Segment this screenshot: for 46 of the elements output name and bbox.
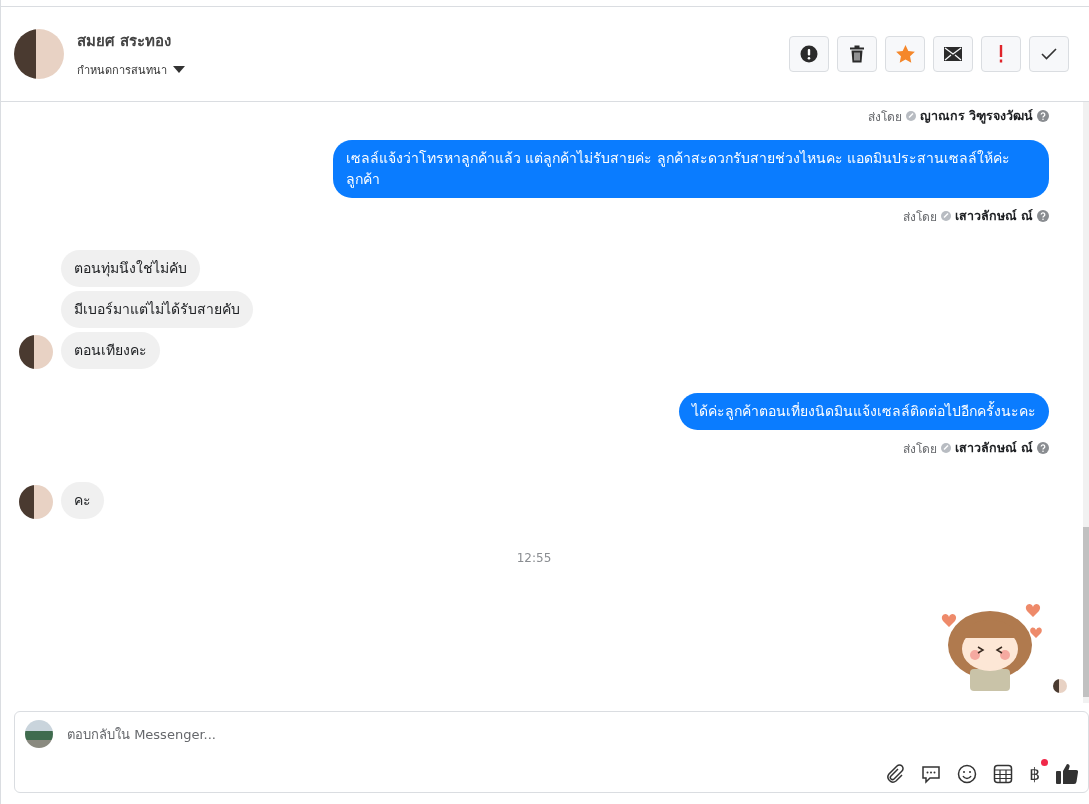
sender-name: เสาวลักษณ์ ณ์ (954, 207, 1033, 225)
contact-name: สมยศ สระทอง (77, 31, 173, 52)
notification-dot (1041, 758, 1048, 766)
done-button[interactable] (1029, 36, 1069, 72)
check-circle-icon (940, 211, 951, 221)
page-avatar (25, 720, 53, 748)
message-timestamp: 12:55 (516, 551, 552, 565)
help-icon[interactable] (1037, 110, 1049, 122)
scrollbar[interactable] (1083, 102, 1089, 703)
contact-avatar (19, 335, 53, 369)
checkmark-icon (1041, 48, 1057, 60)
contact-avatar (19, 485, 53, 519)
paperclip-icon[interactable] (885, 763, 906, 784)
sent-message-bubble: ได้ค่ะลูกค้าตอนเที่ยงนิดมินแจ้งเซลล์ติดต่อไปอีกครั้งนะคะ (679, 393, 1049, 430)
conversation-settings-dropdown[interactable]: กำหนดการสนทนา (77, 61, 185, 79)
thumbs-up-icon[interactable] (1056, 763, 1078, 784)
help-icon[interactable] (1037, 210, 1049, 222)
sent-by-label: ส่งโดย (902, 208, 937, 226)
envelope-icon (944, 47, 962, 61)
unread-button[interactable] (933, 36, 973, 72)
received-message-bubble: มีเบอร์มาแต่ไม่ได้รับสายคับ (61, 291, 253, 328)
star-button[interactable] (885, 36, 925, 72)
payment-button[interactable]: ฿ (1029, 763, 1040, 784)
chat-bubble-icon[interactable] (921, 763, 942, 784)
sent-by-label: ส่งโดย (867, 108, 902, 126)
check-circle-icon (940, 443, 951, 453)
help-icon[interactable] (1037, 442, 1049, 454)
received-message-bubble: คะ (61, 482, 104, 519)
trash-icon (849, 45, 865, 63)
exclamation-icon (999, 45, 1003, 63)
table-icon[interactable] (993, 763, 1014, 784)
sent-message-bubble: เซลล์แจ้งว่าโทรหาลูกค้าแล้ว แต่ลูกค้าไม่รับสายค่ะ ลูกค้าสะดวกรับสายช่วงไหนคะ แอดมินประสานเซลล์ให้ค่ะลูกค้า (333, 140, 1049, 198)
received-message-bubble: ตอนทุ่มนึงใช่ไม่คับ (61, 250, 200, 287)
caret-icon (173, 66, 185, 74)
check-circle-icon (905, 111, 916, 121)
sender-name: เสาวลักษณ์ ณ์ (954, 439, 1033, 457)
delete-button[interactable] (837, 36, 877, 72)
spam-button[interactable] (789, 36, 829, 72)
exclamation-circle-icon (800, 45, 818, 63)
received-message-bubble: ตอนเทียงคะ (61, 332, 160, 369)
sender-name: ญาณกร วิฑูรจงวัฒน์ (919, 107, 1033, 126)
sent-by-label: ส่งโดย (902, 440, 937, 458)
contact-avatar (14, 29, 64, 79)
emoji-icon[interactable] (957, 763, 978, 784)
star-icon (895, 45, 915, 63)
seen-avatar (1053, 679, 1067, 693)
